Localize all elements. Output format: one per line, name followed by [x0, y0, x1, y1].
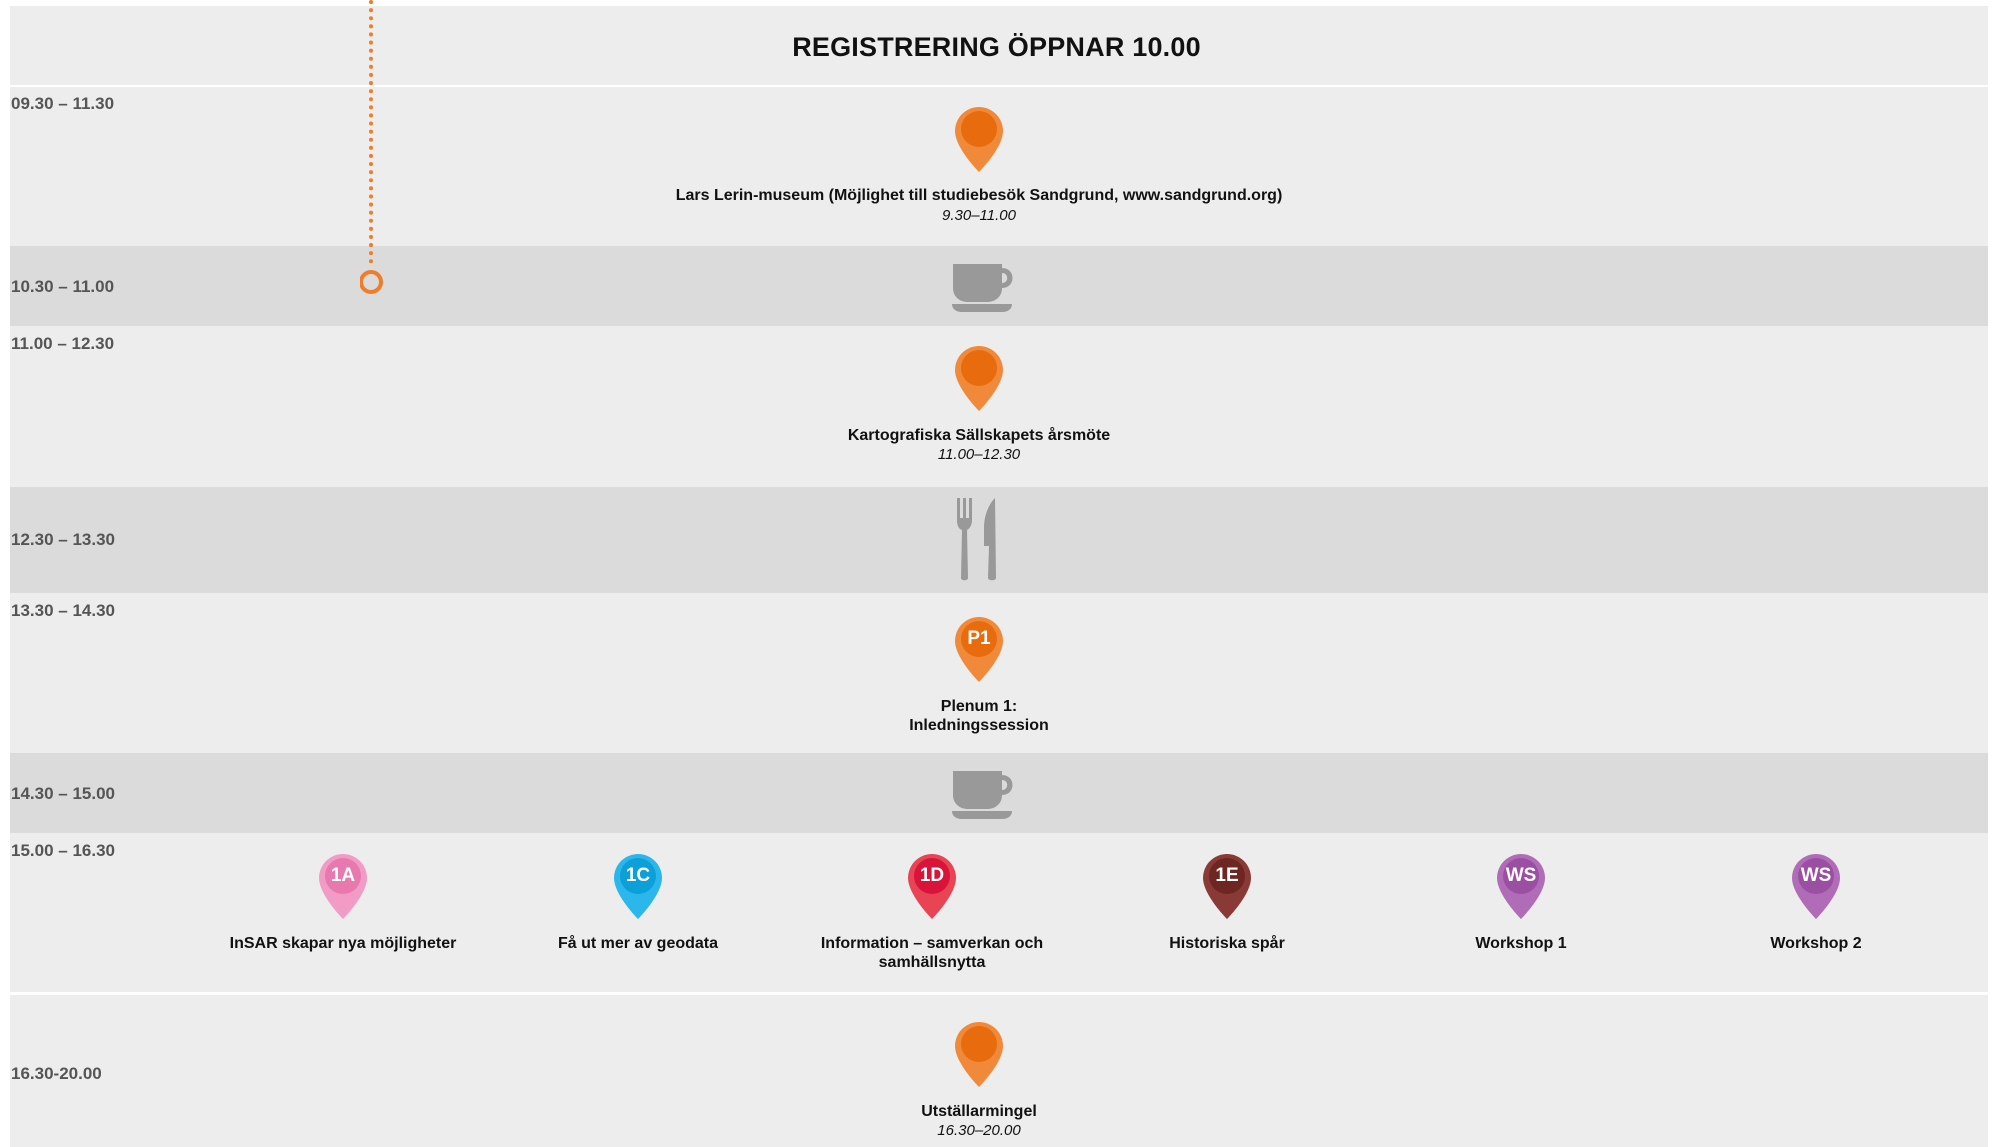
workshop-2-pin-icon: WS	[1789, 851, 1843, 921]
event-title: Kartografiska Sällskapets årsmöte	[847, 427, 1111, 444]
time-label: 10.30 – 11.00	[11, 277, 115, 296]
session-title: Historiska spår	[1169, 935, 1285, 952]
pin-code: WS	[1505, 865, 1537, 886]
session-title: Information – samverkan och samhällsnytt…	[802, 934, 1062, 972]
time-label: 12.30 – 13.30	[11, 530, 115, 549]
pin-code: WS	[1800, 865, 1832, 886]
location-pin-icon	[952, 104, 1006, 174]
event-time: 16.30–20.00	[937, 1122, 1021, 1139]
timeline-dotted-line	[360, 0, 383, 294]
coffee-cup-icon	[952, 264, 1013, 312]
event-title-line: Inledningssession	[909, 717, 1049, 734]
session-1e-pin-icon: 1E	[1200, 851, 1254, 921]
coffee-cup-icon	[952, 771, 1013, 819]
session-title: InSAR skapar nya möjligheter	[229, 935, 457, 952]
pin-code: 1D	[919, 865, 945, 886]
time-label: 13.30 – 14.30	[11, 601, 115, 620]
event-title-line: Plenum 1:	[940, 698, 1018, 715]
time-label: 14.30 – 15.00	[11, 784, 115, 803]
page-title: REGISTRERING ÖPPNAR 10.00	[792, 32, 1201, 62]
fork-knife-icon	[957, 498, 996, 581]
session-title: Få ut mer av geodata	[557, 935, 719, 952]
p1-pin-icon: P1	[952, 614, 1006, 684]
pin-code: P1	[967, 628, 991, 649]
event-time: 9.30–11.00	[942, 207, 1016, 224]
session-1a-pin-icon: 1A	[316, 851, 370, 921]
location-pin-icon	[952, 343, 1006, 413]
session-title-line: Information – samverkan och	[820, 935, 1044, 952]
time-label: 11.00 – 12.30	[11, 334, 115, 353]
location-pin-icon	[952, 1019, 1006, 1089]
time-label: 16.30-20.00	[11, 1064, 102, 1083]
event-time: 11.00–12.30	[937, 446, 1021, 463]
workshop-1-pin-icon: WS	[1494, 851, 1548, 921]
event-title: Plenum 1: Inledningssession	[849, 697, 1109, 735]
event-title: Lars Lerin-museum (Möjlighet till studie…	[675, 187, 1283, 204]
pin-code: 1A	[330, 865, 356, 886]
event-title: Utställarmingel	[921, 1103, 1037, 1120]
session-1d-pin-icon: 1D	[905, 851, 959, 921]
session-1c-pin-icon: 1C	[611, 851, 665, 921]
time-label: 15.00 – 16.30	[11, 841, 115, 860]
pin-code: 1E	[1215, 865, 1239, 886]
session-title-line: samhällsnytta	[878, 954, 986, 971]
session-title: Workshop 2	[1770, 935, 1862, 952]
time-label: 09.30 – 11.30	[11, 94, 115, 113]
pin-code: 1C	[625, 865, 651, 886]
session-title: Workshop 1	[1475, 935, 1567, 952]
